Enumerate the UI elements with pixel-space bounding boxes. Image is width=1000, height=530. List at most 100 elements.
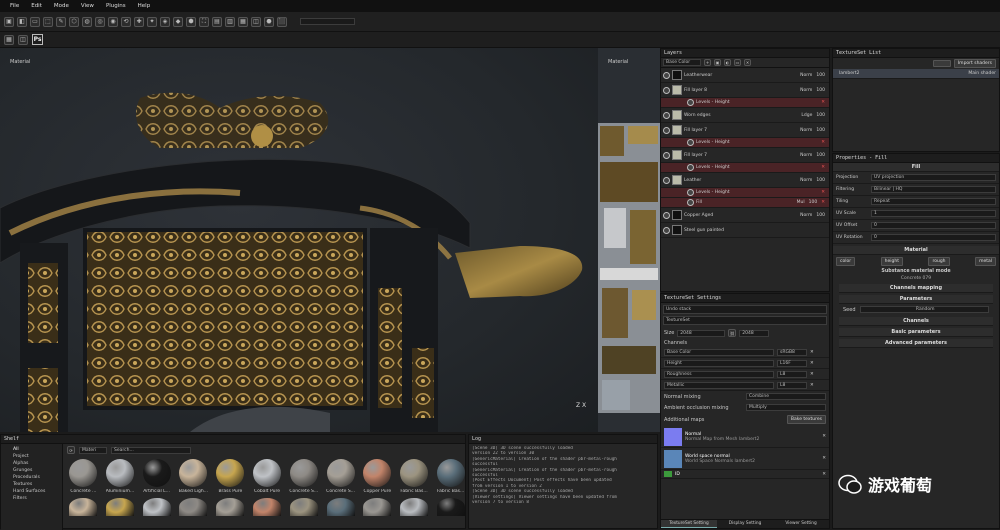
channel-format-select[interactable]: L16F [777,359,807,367]
property-value[interactable]: UV projection [871,174,996,181]
seed-random-button[interactable]: Random [859,306,989,313]
3d-viewport[interactable]: Material Z X [0,48,598,432]
parameters-header[interactable]: Parameters [839,295,993,304]
toolbar-tool-icon[interactable]: ⬢ [186,16,196,27]
camera-icon[interactable]: ◫ [18,34,28,45]
link-size-icon[interactable]: ⛓ [728,329,737,337]
shelf-category[interactable]: Hard Surfaces [13,488,62,495]
layer-row[interactable]: Fill layer 7 Norm 100 [661,148,829,163]
toolbar-tool-icon[interactable]: ◍ [82,16,92,27]
layer-opacity[interactable]: 100 [816,128,825,133]
shelf-category[interactable]: Grunges [13,467,62,474]
refresh-icon[interactable]: ⟳ [67,446,75,454]
layer-effect-row[interactable]: Levels - Height ✕ [661,188,829,198]
layer-blend-mode[interactable]: Norm [800,153,812,158]
shelf-material-item[interactable]: Cobalt Pure [252,459,282,529]
visibility-eye-icon[interactable] [663,86,670,94]
basic-parameters-header[interactable]: Basic parameters [839,328,993,337]
layer-opacity[interactable]: 100 [816,113,825,118]
toolbar-tool-icon[interactable]: ✚ [134,16,144,27]
property-value[interactable]: 0 [871,234,996,241]
visibility-eye-icon[interactable] [663,151,670,159]
property-value[interactable]: 1 [871,210,996,217]
layer-blend-mode[interactable]: Norm [800,128,812,133]
toolbar-tool-icon[interactable]: ⬡ [69,16,79,27]
toolbar-tool-icon[interactable]: ▭ [30,16,40,27]
shelf-category[interactable]: All [13,446,62,453]
uv-viewport[interactable]: Material [598,48,660,432]
menu-item-help[interactable]: Help [132,3,157,9]
shelf-material-item[interactable]: Fabric Bas... [399,459,429,529]
material-channel-height-button[interactable]: height [880,257,903,266]
visibility-eye-icon[interactable] [663,126,670,134]
visibility-eye-icon[interactable] [663,176,670,184]
ao-mixing-select[interactable]: Multiply [746,404,826,411]
advanced-parameters-header[interactable]: Advanced parameters [839,339,993,348]
add-fill-icon[interactable]: ▣ [714,59,721,66]
layer-blend-mode[interactable]: Ldge [801,113,812,118]
additional-map-row[interactable]: ID ✕ [661,470,829,479]
delete-effect-icon[interactable]: ✕ [821,140,825,145]
property-value[interactable]: Repeat [871,198,996,205]
material-channel-color-button[interactable]: color [836,257,856,266]
visibility-eye-icon[interactable] [687,189,694,196]
add-layer-icon[interactable]: + [704,59,711,66]
shelf-category[interactable]: Procedurals [13,474,62,481]
toolbar-tool-icon[interactable]: ◈ [160,16,170,27]
remove-map-icon[interactable]: ✕ [822,456,826,461]
property-value[interactable]: 0 [871,222,996,229]
material-channel-metal-button[interactable]: metal [975,257,996,266]
visibility-eye-icon[interactable] [663,111,670,119]
layer-opacity[interactable]: 100 [816,73,825,78]
layers-channel-select[interactable]: Base Color [663,59,701,66]
shelf-material-item[interactable]: Concrete ... [69,459,98,529]
shelf-category[interactable]: Filters [13,495,62,502]
layer-opacity[interactable]: 100 [809,200,818,205]
size-select[interactable]: 2048 [677,329,726,337]
delete-effect-icon[interactable]: ✕ [821,165,825,170]
layer-blend-mode[interactable]: Norm [800,213,812,218]
layer-blend-mode[interactable]: Norm [800,178,812,183]
toolbar-tool-icon[interactable]: ◧ [17,16,27,27]
toolbar-tool-icon[interactable]: ✦ [147,16,157,27]
toolbar-slider[interactable] [300,18,355,25]
visibility-eye-icon[interactable] [687,199,694,206]
layer-blend-mode[interactable]: Mul [797,200,805,205]
layer-effect-row[interactable]: Levels - Height ✕ [661,163,829,173]
shelf-material-item[interactable]: Copper Pure [363,459,392,529]
size-select-2[interactable]: 2048 [739,329,770,337]
layer-blend-mode[interactable]: Norm [800,73,812,78]
delete-effect-icon[interactable]: ✕ [821,200,825,205]
toolbar-tool-icon[interactable]: ▦ [238,16,248,27]
layer-row[interactable]: Leather Norm 100 [661,173,829,188]
layer-opacity[interactable]: 100 [816,88,825,93]
layer-row[interactable]: Worn edges Ldge 100 [661,108,829,123]
visibility-eye-icon[interactable] [663,71,670,79]
remove-channel-icon[interactable]: ✕ [810,372,814,377]
layer-blend-mode[interactable]: Norm [800,88,812,93]
channels-mapping-header[interactable]: Channels mapping [839,284,993,293]
visibility-eye-icon[interactable] [663,211,670,219]
menu-item-plugins[interactable]: Plugins [100,3,132,9]
shelf-category[interactable]: Project [13,453,62,460]
delete-effect-icon[interactable]: ✕ [821,190,825,195]
channel-format-select[interactable]: sRGB8 [777,348,807,356]
toolbar-tool-icon[interactable]: ◫ [251,16,261,27]
shelf-material-item[interactable]: Baked Ligh... [179,459,208,529]
textureset-field[interactable]: TextureSet [663,316,827,325]
remove-channel-icon[interactable]: ✕ [810,383,814,388]
shelf-material-item[interactable]: Artificial L... [142,459,171,529]
toolbar-tool-icon[interactable]: ⛶ [199,16,209,27]
layer-effect-row[interactable]: Levels - Height ✕ [661,138,829,148]
shelf-material-item[interactable]: Concrete S... [289,459,318,529]
menu-item-view[interactable]: View [75,3,100,9]
fill-section-header[interactable]: Fill [833,163,999,172]
toolbar-tool-icon[interactable]: ▤ [212,16,222,27]
property-value[interactable]: Bilinear | HQ [871,186,996,193]
textureset-options-button[interactable] [932,60,951,67]
layer-row[interactable]: Steel gun painted [661,223,829,238]
toolbar-tool-icon[interactable]: ⬣ [264,16,274,27]
delete-effect-icon[interactable]: ✕ [821,100,825,105]
shelf-category[interactable]: Textures [13,481,62,488]
undo-stack-field[interactable]: Undo stack [663,305,827,314]
